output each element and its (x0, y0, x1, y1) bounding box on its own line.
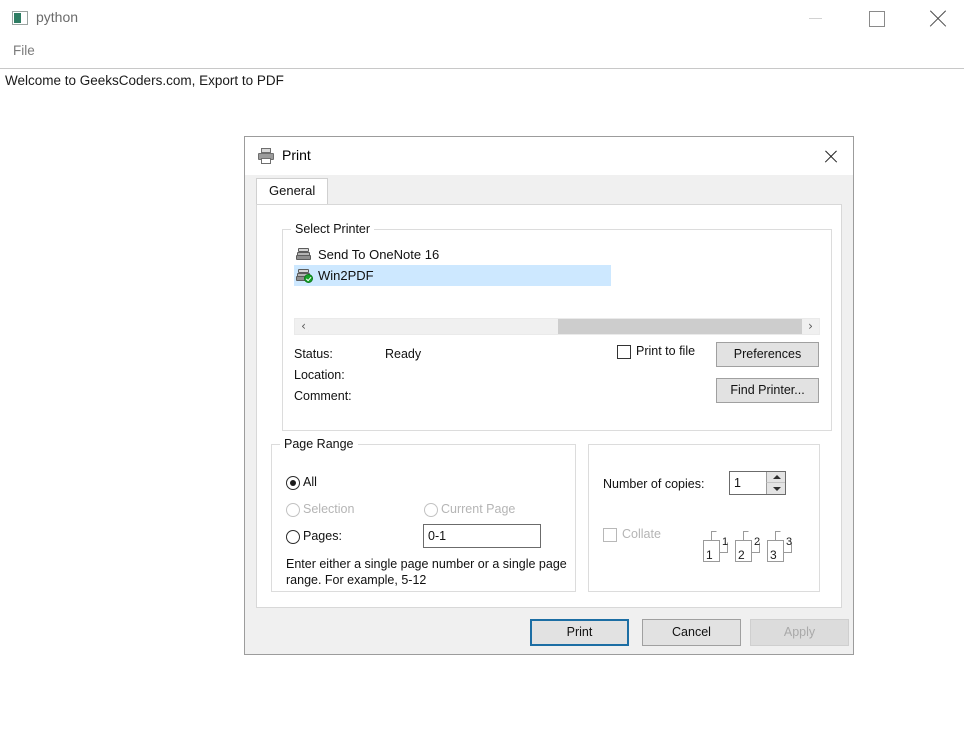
checkbox-icon (617, 345, 631, 359)
number-of-copies-value[interactable]: 1 (730, 472, 766, 494)
radio-label-selection: Selection (303, 502, 355, 516)
radio-icon (286, 503, 300, 517)
status-value: Ready (385, 347, 422, 361)
printer-icon (257, 148, 275, 164)
collate-sheet-back-number: 1 (722, 536, 729, 548)
dialog-footer: Print Cancel Apply (245, 613, 853, 654)
collate-sheet-front-number: 3 (770, 548, 777, 562)
main-application-window: python File Welcome to GeeksCoders.com, … (0, 0, 964, 729)
collate-sheet-back-number: 2 (754, 536, 761, 548)
close-icon (823, 149, 839, 165)
number-of-copies-label: Number of copies: (603, 477, 705, 491)
tab-strip: General (245, 175, 853, 204)
dialog-title: Print (282, 147, 311, 163)
default-printer-check-icon (304, 274, 313, 283)
number-of-copies-stepper[interactable]: 1 (729, 471, 786, 495)
printer-list-item-win2pdf[interactable]: Win2PDF (294, 265, 611, 286)
preferences-button[interactable]: Preferences (716, 342, 819, 367)
stepper-up-icon[interactable] (766, 472, 785, 483)
menu-item-file[interactable]: File (10, 43, 38, 58)
collate-label: Collate (622, 527, 661, 541)
collate-sheet-front-number: 2 (738, 548, 745, 562)
python-window-icon (12, 11, 28, 25)
radio-icon (424, 503, 438, 517)
printer-list[interactable]: Send To OneNote 16 Win2PDF (294, 244, 820, 312)
minimize-icon (809, 18, 822, 19)
maximize-icon (869, 11, 885, 27)
page-range-hint: Enter either a single page number or a s… (286, 557, 567, 587)
printer-list-horizontal-scrollbar[interactable]: ‹ › (294, 318, 820, 335)
stepper-down-icon[interactable] (766, 483, 785, 494)
comment-label: Comment: (294, 389, 352, 403)
collate-preview-icon: 1 1 2 2 3 3 (701, 531, 801, 565)
print-dialog: Print General Select Printer Send To One… (244, 136, 854, 655)
window-titlebar: python (0, 0, 964, 37)
page-range-group-label: Page Range (280, 437, 358, 451)
radio-icon (286, 476, 300, 490)
collate-sheet-front-number: 1 (706, 548, 713, 562)
print-button[interactable]: Print (530, 619, 629, 646)
document-text: Welcome to GeeksCoders.com, Export to PD… (5, 73, 284, 88)
copies-group: Number of copies: 1 Collate 1 1 2 2 3 3 (588, 444, 820, 592)
scroll-left-arrow-icon[interactable]: ‹ (295, 319, 312, 334)
dialog-close-button[interactable] (811, 137, 853, 175)
printer-icon (296, 248, 312, 261)
close-icon (927, 8, 949, 30)
radio-label-current-page: Current Page (441, 502, 516, 516)
select-printer-group-label: Select Printer (291, 222, 375, 236)
radio-icon (286, 530, 300, 544)
window-title: python (36, 9, 79, 25)
tab-general[interactable]: General (256, 178, 329, 204)
printer-name: Win2PDF (318, 268, 374, 283)
status-label: Status: (294, 347, 333, 361)
find-printer-button[interactable]: Find Printer... (716, 378, 819, 403)
radio-label-pages: Pages: (303, 529, 342, 543)
printer-list-item-onenote[interactable]: Send To OneNote 16 (294, 244, 820, 265)
location-label: Location: (294, 368, 345, 382)
tab-content-general: Select Printer Send To OneNote 16 Win2PD… (256, 204, 842, 608)
printer-name: Send To OneNote 16 (318, 247, 440, 262)
page-range-group: Page Range All Selection Current Page Pa… (271, 437, 576, 592)
cancel-button[interactable]: Cancel (642, 619, 741, 646)
radio-label-all: All (303, 475, 317, 489)
select-printer-group: Select Printer Send To OneNote 16 Win2PD… (282, 222, 832, 431)
printer-icon (296, 269, 313, 283)
scrollbar-thumb[interactable] (558, 319, 804, 334)
menu-bar: File (0, 37, 964, 69)
pages-input[interactable] (423, 524, 541, 548)
print-to-file-label: Print to file (636, 344, 696, 358)
checkbox-icon (603, 528, 617, 542)
collate-sheet-back-number: 3 (786, 536, 793, 548)
apply-button: Apply (750, 619, 849, 646)
scroll-right-arrow-icon[interactable]: › (802, 319, 819, 334)
dialog-titlebar: Print (245, 137, 853, 175)
minimize-button[interactable] (797, 0, 842, 30)
